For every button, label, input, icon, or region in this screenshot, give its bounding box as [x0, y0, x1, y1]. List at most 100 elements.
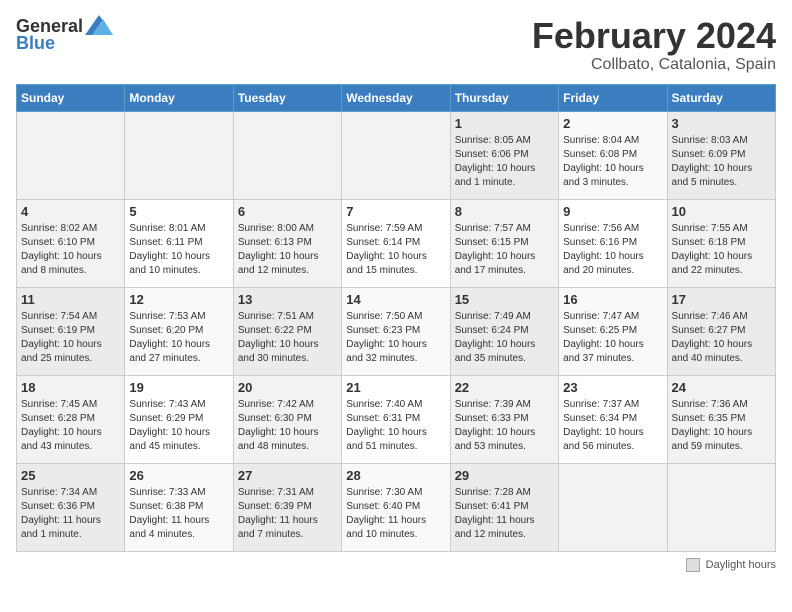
- day-info: Sunrise: 7:31 AM Sunset: 6:39 PM Dayligh…: [238, 486, 337, 542]
- calendar-cell: 21 Sunrise: 7:40 AM Sunset: 6:31 PM Dayli…: [342, 375, 450, 463]
- day-number: 2: [563, 116, 662, 131]
- day-number: 13: [238, 292, 337, 307]
- day-number: 27: [238, 468, 337, 483]
- day-number: 22: [455, 380, 554, 395]
- calendar-cell: 23 Sunrise: 7:37 AM Sunset: 6:34 PM Dayli…: [559, 375, 667, 463]
- header: General Blue February 2024 Collbato, Cat…: [16, 16, 776, 74]
- calendar-cell: 3 Sunrise: 8:03 AM Sunset: 6:09 PM Daylig…: [667, 111, 775, 199]
- day-number: 12: [129, 292, 228, 307]
- day-number: 3: [672, 116, 771, 131]
- calendar-week-row: 11 Sunrise: 7:54 AM Sunset: 6:19 PM Dayli…: [17, 287, 776, 375]
- day-number: 14: [346, 292, 445, 307]
- day-info: Sunrise: 7:55 AM Sunset: 6:18 PM Dayligh…: [672, 222, 771, 278]
- calendar-cell: 18Sunrise: 7:45 AM Sunset: 6:28 PM Dayli…: [17, 375, 125, 463]
- day-number: 28: [346, 468, 445, 483]
- day-info: Sunrise: 7:56 AM Sunset: 6:16 PM Dayligh…: [563, 222, 662, 278]
- day-number: 10: [672, 204, 771, 219]
- weekday-header: Friday: [559, 84, 667, 111]
- header-row: SundayMondayTuesdayWednesdayThursdayFrid…: [17, 84, 776, 111]
- day-info: Sunrise: 7:42 AM Sunset: 6:30 PM Dayligh…: [238, 398, 337, 454]
- calendar-cell: 7Sunrise: 7:59 AM Sunset: 6:14 PM Daylig…: [342, 199, 450, 287]
- day-number: 17: [672, 292, 771, 307]
- day-info: Sunrise: 8:03 AM Sunset: 6:09 PM Dayligh…: [672, 134, 771, 190]
- month-title: February 2024: [532, 16, 776, 56]
- calendar-cell: 25 Sunrise: 7:34 AM Sunset: 6:36 PM Dayli…: [17, 463, 125, 551]
- calendar-cell: [559, 463, 667, 551]
- calendar-week-row: 25 Sunrise: 7:34 AM Sunset: 6:36 PM Dayli…: [17, 463, 776, 551]
- day-number: 1: [455, 116, 554, 131]
- calendar-cell: 1 Sunrise: 8:05 AM Sunset: 6:06 PM Daylig…: [450, 111, 558, 199]
- calendar-week-row: 4Sunrise: 8:02 AM Sunset: 6:10 PM Daylig…: [17, 199, 776, 287]
- calendar-cell: 9 Sunrise: 7:56 AM Sunset: 6:16 PM Daylig…: [559, 199, 667, 287]
- calendar-cell: [125, 111, 233, 199]
- legend-label: Daylight hours: [706, 559, 776, 571]
- calendar-cell: [233, 111, 341, 199]
- day-number: 23: [563, 380, 662, 395]
- calendar-cell: 22 Sunrise: 7:39 AM Sunset: 6:33 PM Dayli…: [450, 375, 558, 463]
- calendar-cell: 20Sunrise: 7:42 AM Sunset: 6:30 PM Dayli…: [233, 375, 341, 463]
- calendar-cell: 15Sunrise: 7:49 AM Sunset: 6:24 PM Dayli…: [450, 287, 558, 375]
- day-number: 11: [21, 292, 120, 307]
- logo: General Blue: [16, 16, 113, 54]
- day-info: Sunrise: 7:43 AM Sunset: 6:29 PM Dayligh…: [129, 398, 228, 454]
- day-number: 5: [129, 204, 228, 219]
- calendar-cell: 16 Sunrise: 7:47 AM Sunset: 6:25 PM Dayli…: [559, 287, 667, 375]
- day-info: Sunrise: 7:28 AM Sunset: 6:41 PM Dayligh…: [455, 486, 554, 542]
- day-info: Sunrise: 7:47 AM Sunset: 6:25 PM Dayligh…: [563, 310, 662, 366]
- weekday-header: Tuesday: [233, 84, 341, 111]
- day-info: Sunrise: 7:33 AM Sunset: 6:38 PM Dayligh…: [129, 486, 228, 542]
- calendar-week-row: 18Sunrise: 7:45 AM Sunset: 6:28 PM Dayli…: [17, 375, 776, 463]
- location-title: Collbato, Catalonia, Spain: [532, 56, 776, 74]
- day-number: 25: [21, 468, 120, 483]
- day-info: Sunrise: 7:50 AM Sunset: 6:23 PM Dayligh…: [346, 310, 445, 366]
- day-number: 19: [129, 380, 228, 395]
- calendar-cell: 19 Sunrise: 7:43 AM Sunset: 6:29 PM Dayli…: [125, 375, 233, 463]
- day-info: Sunrise: 8:01 AM Sunset: 6:11 PM Dayligh…: [129, 222, 228, 278]
- weekday-header: Thursday: [450, 84, 558, 111]
- day-info: Sunrise: 7:36 AM Sunset: 6:35 PM Dayligh…: [672, 398, 771, 454]
- calendar-cell: 5 Sunrise: 8:01 AM Sunset: 6:11 PM Daylig…: [125, 199, 233, 287]
- day-info: Sunrise: 7:54 AM Sunset: 6:19 PM Dayligh…: [21, 310, 120, 366]
- calendar-cell: 24 Sunrise: 7:36 AM Sunset: 6:35 PM Dayli…: [667, 375, 775, 463]
- calendar-table: SundayMondayTuesdayWednesdayThursdayFrid…: [16, 84, 776, 552]
- calendar-cell: 27 Sunrise: 7:31 AM Sunset: 6:39 PM Dayli…: [233, 463, 341, 551]
- calendar-cell: 29 Sunrise: 7:28 AM Sunset: 6:41 PM Dayli…: [450, 463, 558, 551]
- day-info: Sunrise: 7:53 AM Sunset: 6:20 PM Dayligh…: [129, 310, 228, 366]
- day-info: Sunrise: 8:04 AM Sunset: 6:08 PM Dayligh…: [563, 134, 662, 190]
- day-number: 4: [21, 204, 120, 219]
- calendar-cell: 4Sunrise: 8:02 AM Sunset: 6:10 PM Daylig…: [17, 199, 125, 287]
- calendar-cell: [667, 463, 775, 551]
- day-number: 6: [238, 204, 337, 219]
- weekday-header: Sunday: [17, 84, 125, 111]
- day-info: Sunrise: 7:30 AM Sunset: 6:40 PM Dayligh…: [346, 486, 445, 542]
- calendar-cell: 2 Sunrise: 8:04 AM Sunset: 6:08 PM Daylig…: [559, 111, 667, 199]
- day-info: Sunrise: 7:40 AM Sunset: 6:31 PM Dayligh…: [346, 398, 445, 454]
- calendar-cell: [17, 111, 125, 199]
- day-info: Sunrise: 7:49 AM Sunset: 6:24 PM Dayligh…: [455, 310, 554, 366]
- calendar-cell: 17 Sunrise: 7:46 AM Sunset: 6:27 PM Dayli…: [667, 287, 775, 375]
- weekday-header: Wednesday: [342, 84, 450, 111]
- calendar-cell: 6Sunrise: 8:00 AM Sunset: 6:13 PM Daylig…: [233, 199, 341, 287]
- day-number: 7: [346, 204, 445, 219]
- calendar-cell: 28 Sunrise: 7:30 AM Sunset: 6:40 PM Dayli…: [342, 463, 450, 551]
- day-info: Sunrise: 7:37 AM Sunset: 6:34 PM Dayligh…: [563, 398, 662, 454]
- calendar-cell: 10 Sunrise: 7:55 AM Sunset: 6:18 PM Dayli…: [667, 199, 775, 287]
- day-number: 29: [455, 468, 554, 483]
- day-number: 16: [563, 292, 662, 307]
- logo-icon: [85, 15, 113, 35]
- weekday-header: Saturday: [667, 84, 775, 111]
- calendar-cell: 11 Sunrise: 7:54 AM Sunset: 6:19 PM Dayli…: [17, 287, 125, 375]
- day-info: Sunrise: 8:05 AM Sunset: 6:06 PM Dayligh…: [455, 134, 554, 190]
- day-number: 24: [672, 380, 771, 395]
- day-info: Sunrise: 7:39 AM Sunset: 6:33 PM Dayligh…: [455, 398, 554, 454]
- day-info: Sunrise: 7:45 AM Sunset: 6:28 PM Dayligh…: [21, 398, 120, 454]
- legend-box: [686, 558, 700, 572]
- day-number: 9: [563, 204, 662, 219]
- logo-blue: Blue: [16, 33, 55, 54]
- calendar-cell: 12 Sunrise: 7:53 AM Sunset: 6:20 PM Dayli…: [125, 287, 233, 375]
- day-info: Sunrise: 7:34 AM Sunset: 6:36 PM Dayligh…: [21, 486, 120, 542]
- day-number: 21: [346, 380, 445, 395]
- day-number: 26: [129, 468, 228, 483]
- weekday-header: Monday: [125, 84, 233, 111]
- day-info: Sunrise: 7:46 AM Sunset: 6:27 PM Dayligh…: [672, 310, 771, 366]
